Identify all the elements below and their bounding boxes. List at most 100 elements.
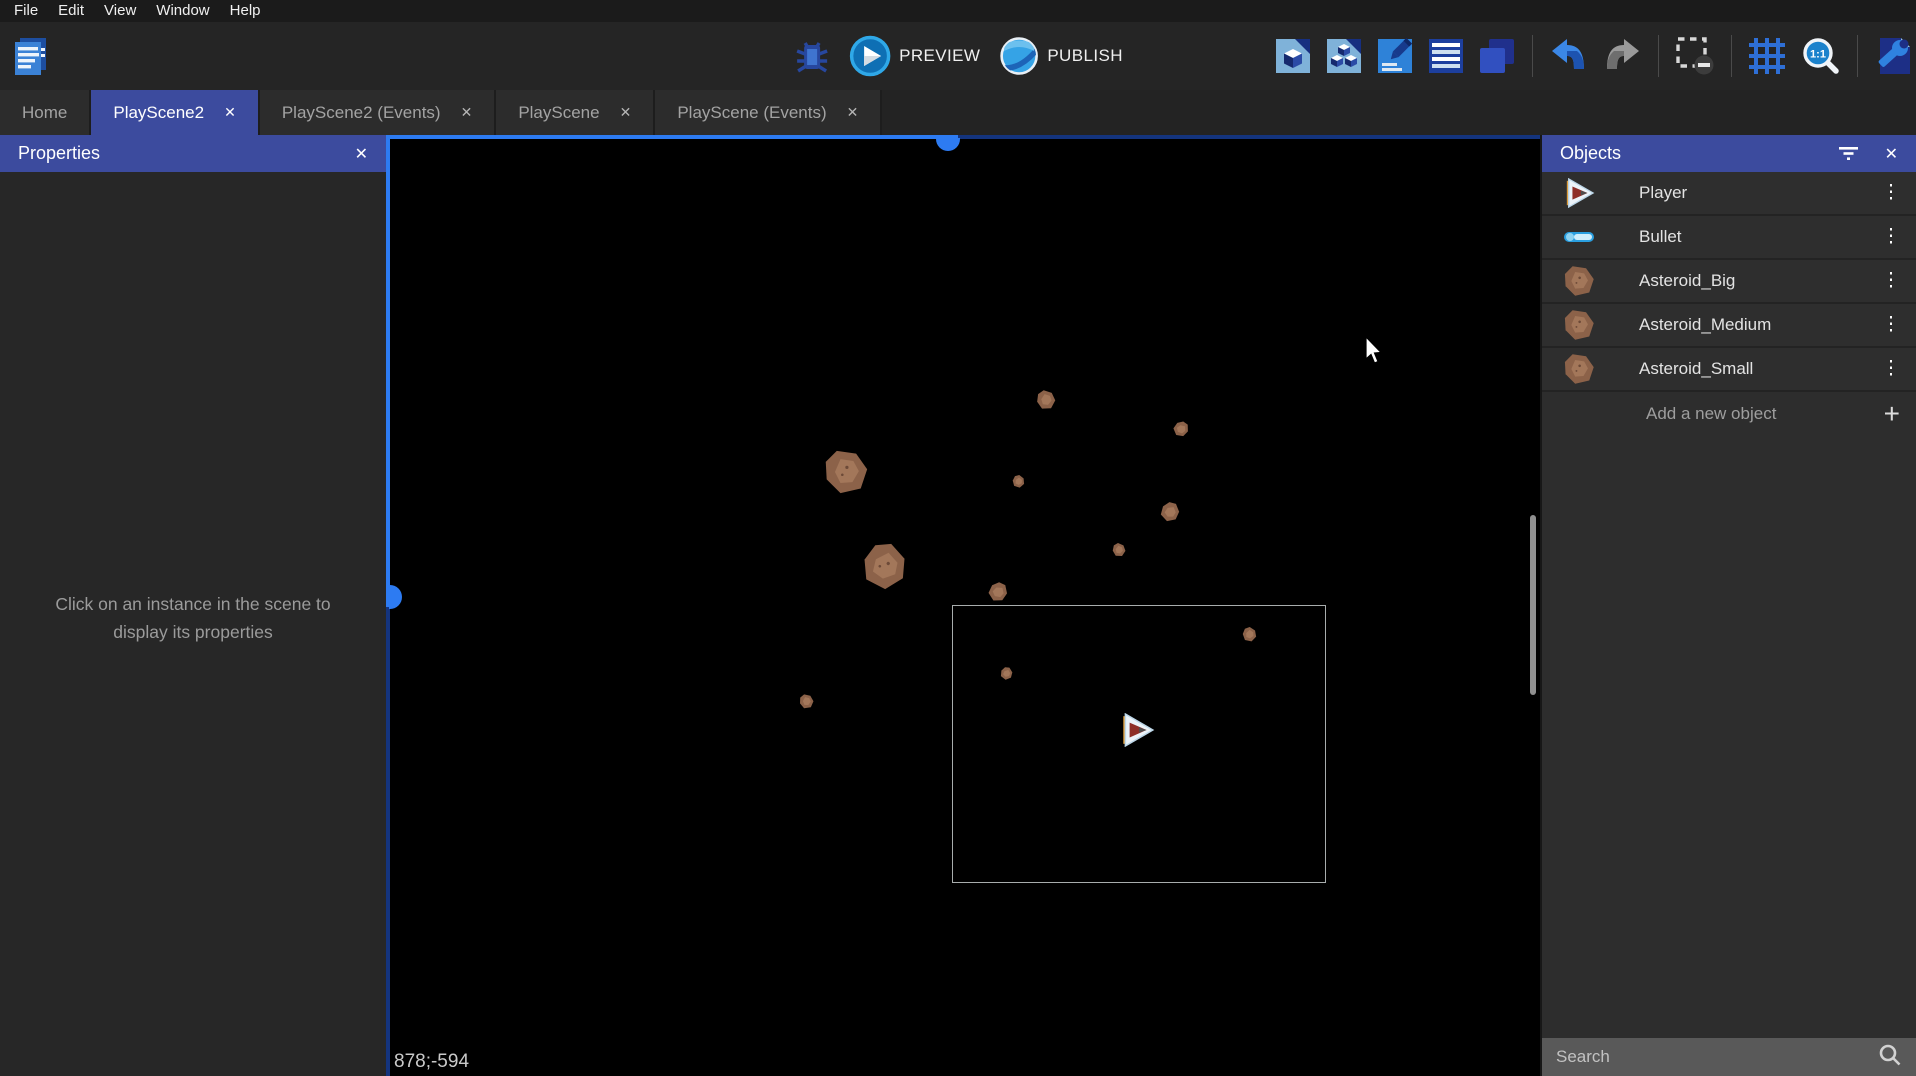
properties-panel-title: Properties [18, 143, 329, 164]
redo-button[interactable] [1602, 37, 1642, 75]
scene-vscrollbar[interactable] [386, 135, 390, 607]
object-menu-icon[interactable]: ⋮ [1878, 362, 1904, 376]
close-icon[interactable]: ✕ [1885, 144, 1898, 164]
object-row-player[interactable]: Player⋮ [1542, 172, 1916, 216]
object-menu-icon[interactable]: ⋮ [1878, 274, 1904, 288]
tab-close-icon[interactable]: ✕ [620, 104, 632, 121]
objects-search-input[interactable] [1556, 1047, 1878, 1067]
scene-asteroid[interactable] [1009, 472, 1027, 490]
project-manager-button[interactable] [10, 36, 50, 78]
object-menu-icon[interactable]: ⋮ [1878, 230, 1904, 244]
open-objects-editor-button[interactable] [1274, 37, 1312, 75]
plus-icon: + [1884, 400, 1900, 428]
scene-vscrollbar-thumb[interactable] [389, 585, 402, 609]
tab-playscene2[interactable]: PlayScene2✕ [91, 90, 259, 135]
scene-asteroid[interactable] [1172, 420, 1191, 439]
asteroid-icon [1562, 352, 1596, 386]
edit-pencil-icon [1376, 37, 1414, 75]
open-object-groups-button[interactable] [1325, 37, 1363, 75]
object-row-asteroid-big[interactable]: Asteroid_Big⋮ [1542, 260, 1916, 304]
add-object-label: Add a new object [1646, 404, 1884, 424]
preview-button[interactable] [849, 35, 891, 77]
scene-asteroid[interactable] [798, 693, 814, 709]
objects-panel-title: Objects [1560, 143, 1838, 164]
tab-close-icon[interactable]: ✕ [461, 104, 473, 121]
debug-button[interactable] [793, 36, 831, 76]
open-instances-list-button[interactable] [1427, 37, 1465, 75]
scene-right-scrollbar-thumb[interactable] [1530, 515, 1536, 695]
scene-asteroid[interactable] [823, 449, 869, 495]
scene-asteroid[interactable] [851, 533, 917, 599]
preview-play-icon [849, 35, 891, 77]
object-row-asteroid-medium[interactable]: Asteroid_Medium⋮ [1542, 304, 1916, 348]
scene-hscrollbar-thumb[interactable] [936, 138, 960, 151]
tab-close-icon[interactable]: ✕ [224, 104, 236, 121]
cursor-coordinates: 878;-594 [394, 1051, 469, 1073]
scene-player-ship[interactable] [1118, 713, 1156, 747]
player-icon [1562, 176, 1596, 210]
scene-asteroid[interactable] [1156, 498, 1183, 525]
search-icon [1878, 1043, 1902, 1072]
clear-selection-button[interactable] [1675, 36, 1715, 76]
objects-panel-icon [1274, 37, 1312, 75]
tab-playscene-events[interactable]: PlayScene (Events) ✕ [655, 90, 882, 135]
filter-icon[interactable] [1838, 146, 1859, 161]
tab-playscene[interactable]: PlayScene ✕ [496, 90, 655, 135]
open-layers-editor-button[interactable] [1478, 37, 1516, 75]
preview-label[interactable]: PREVIEW [899, 46, 980, 66]
objects-panel-header: Objects ✕ [1542, 135, 1916, 172]
publish-button[interactable] [998, 35, 1040, 77]
open-properties-editor-button[interactable] [1376, 37, 1414, 75]
tab-bar: HomePlayScene2✕PlayScene2 (Events)✕PlayS… [0, 90, 1916, 135]
scene-asteroid[interactable] [1034, 388, 1057, 411]
menu-file[interactable]: File [4, 0, 48, 22]
object-name: Asteroid_Big [1639, 271, 1878, 291]
menu-window[interactable]: Window [146, 0, 219, 22]
scene-hscrollbar[interactable] [386, 135, 958, 139]
publish-label[interactable]: PUBLISH [1047, 46, 1123, 66]
menu-view[interactable]: View [94, 0, 146, 22]
tab-playscene2-events[interactable]: PlayScene2 (Events) ✕ [260, 90, 496, 135]
toolbar-separator [1658, 35, 1659, 77]
zoom-one-to-one-icon: 1:1 [1799, 35, 1841, 77]
publish-globe-icon [998, 35, 1040, 77]
object-menu-icon[interactable]: ⋮ [1878, 186, 1904, 200]
object-name: Asteroid_Medium [1639, 315, 1878, 335]
scene-canvas[interactable]: 878;-594 [386, 135, 1540, 1076]
object-menu-icon[interactable]: ⋮ [1878, 318, 1904, 332]
zoom-original-button[interactable]: 1:1 [1799, 35, 1841, 77]
objects-list: Player⋮Bullet⋮Asteroid_Big⋮Asteroid_Medi… [1542, 172, 1916, 392]
object-row-asteroid-small[interactable]: Asteroid_Small⋮ [1542, 348, 1916, 392]
instances-list-icon [1427, 37, 1465, 75]
menu-edit[interactable]: Edit [48, 0, 94, 22]
close-icon[interactable]: ✕ [355, 144, 368, 164]
menu-help[interactable]: Help [220, 0, 271, 22]
undo-button[interactable] [1549, 37, 1589, 75]
redo-icon [1602, 37, 1642, 75]
objects-panel: Objects ✕ Player⋮Bullet⋮Asteroid_Big⋮Ast… [1540, 135, 1916, 1076]
scene-asteroid[interactable] [985, 579, 1011, 605]
deselect-icon [1675, 36, 1715, 76]
add-object-button[interactable]: Add a new object + [1542, 392, 1916, 436]
object-name: Asteroid_Small [1639, 359, 1878, 379]
scene-asteroid[interactable] [1110, 541, 1127, 558]
tab-home[interactable]: Home [0, 90, 91, 135]
tab-label: PlayScene (Events) [677, 103, 826, 123]
object-groups-icon [1325, 37, 1363, 75]
tab-close-icon[interactable]: ✕ [847, 104, 859, 121]
tab-label: PlayScene [518, 103, 599, 123]
scene-vscrollbar-track[interactable] [386, 607, 390, 1076]
asteroid-icon [1562, 264, 1596, 298]
toolbar-separator [1731, 35, 1732, 77]
tab-label: Home [22, 103, 67, 123]
tab-label: PlayScene2 (Events) [282, 103, 441, 123]
wrench-icon [1874, 36, 1912, 76]
object-name: Player [1639, 183, 1878, 203]
object-row-bullet[interactable]: Bullet⋮ [1542, 216, 1916, 260]
bullet-icon [1562, 220, 1596, 254]
debug-bug-icon [793, 36, 831, 76]
toggle-grid-button[interactable] [1748, 37, 1786, 75]
toolbar-separator [1857, 35, 1858, 77]
scene-options-button[interactable] [1874, 36, 1912, 76]
scene-hscrollbar-track[interactable] [958, 135, 1540, 139]
